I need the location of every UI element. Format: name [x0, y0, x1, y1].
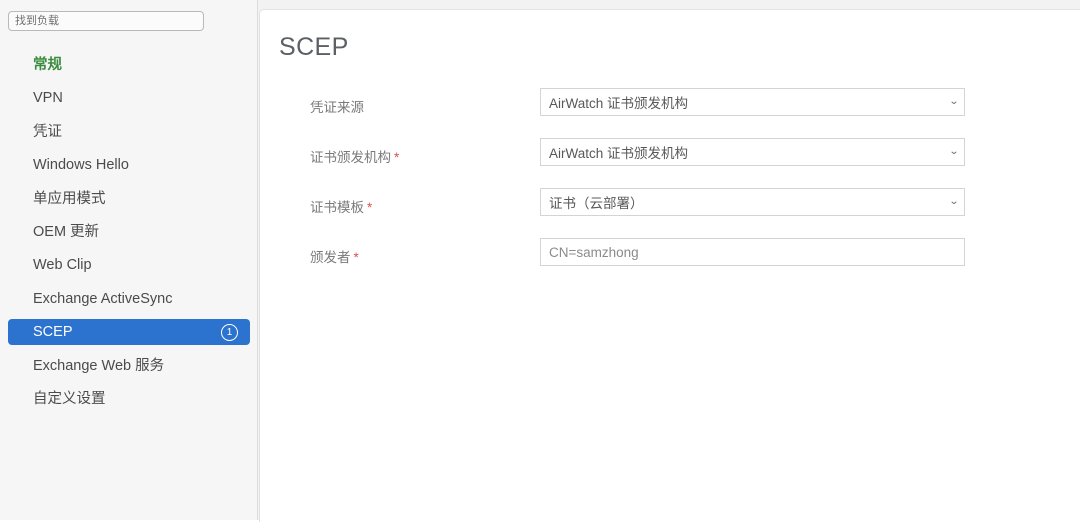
sidebar-item-1[interactable]: VPN [8, 85, 250, 111]
scep-form: 凭证来源 AirWatch 证书颁发机构 ⌄ 证书颁发机构 * AirWatch 证书颁发… [260, 88, 1080, 288]
form-row-credential-source: 凭证来源 AirWatch 证书颁发机构 ⌄ [260, 88, 1080, 138]
required-asterisk-icon: * [394, 150, 400, 165]
sidebar-item-label: 单应用模式 [33, 190, 106, 207]
field-label-credential-source: 凭证来源 [310, 96, 364, 116]
search-input[interactable] [8, 11, 204, 31]
sidebar-item-7[interactable]: Exchange ActiveSync [8, 286, 250, 312]
field-value-certificate-authority: AirWatch 证书颁发机构 [549, 146, 689, 161]
sidebar-item-5[interactable]: OEM 更新 [8, 219, 250, 245]
field-value-issuer: CN=samzhong [549, 244, 639, 260]
status-badge: 1 [221, 323, 238, 341]
field-value-credential-source: AirWatch 证书颁发机构 [549, 96, 689, 111]
scep-panel: SCEP 凭证来源 AirWatch 证书颁发机构 ⌄ 证书颁发机构 * AirWatch… [259, 9, 1080, 522]
dropdown-credential-source[interactable]: AirWatch 证书颁发机构 ⌄ [540, 88, 965, 116]
dropdown-certificate-template[interactable]: 证书（云部署） ⌄ [540, 188, 965, 216]
sidebar-item-label: SCEP [33, 324, 73, 341]
chevron-down-icon[interactable]: ⌄ [942, 197, 967, 207]
sidebar-item-2[interactable]: 凭证 [8, 119, 250, 145]
chevron-down-icon[interactable]: ⌄ [942, 97, 967, 107]
sidebar-item-6[interactable]: Web Clip [8, 252, 250, 278]
sidebar-item-label: 自定义设置 [33, 390, 106, 407]
content-area: SCEP 凭证来源 AirWatch 证书颁发机构 ⌄ 证书颁发机构 * AirWatch… [258, 0, 1080, 522]
sidebar-item-label: Windows Hello [33, 157, 129, 174]
payload-nav-list: 常规 VPN 凭证 Windows Hello 单应用模式 OEM 更新 Web Clip E… [0, 52, 258, 419]
sidebar-item-label: VPN [33, 90, 63, 107]
field-label-text: 颁发者 [310, 250, 351, 265]
required-asterisk-icon: * [353, 250, 359, 265]
payload-sidebar: 常规 VPN 凭证 Windows Hello 单应用模式 OEM 更新 Web Clip E… [0, 0, 258, 520]
field-label-text: 证书模板 [310, 200, 364, 215]
text-input-issuer[interactable]: CN=samzhong [540, 238, 965, 266]
page-title: SCEP [279, 33, 349, 61]
sidebar-item-label: Exchange Web 服务 [33, 357, 165, 374]
dropdown-certificate-authority[interactable]: AirWatch 证书颁发机构 ⌄ [540, 138, 965, 166]
field-label-text: 凭证来源 [310, 100, 364, 115]
sidebar-item-9[interactable]: Exchange Web 服务 [8, 353, 250, 379]
sidebar-item-label: 凭证 [33, 123, 62, 140]
field-label-issuer: 颁发者 * [310, 246, 359, 266]
payload-search [8, 11, 204, 31]
field-label-certificate-template: 证书模板 * [310, 196, 372, 216]
field-label-certificate-authority: 证书颁发机构 * [310, 146, 399, 166]
sidebar-item-4[interactable]: 单应用模式 [8, 186, 250, 212]
form-row-certificate-authority: 证书颁发机构 * AirWatch 证书颁发机构 ⌄ [260, 138, 1080, 188]
sidebar-item-8[interactable]: SCEP 1 [8, 319, 250, 346]
settings-window: 常规 VPN 凭证 Windows Hello 单应用模式 OEM 更新 Web Clip E… [0, 0, 1080, 522]
sidebar-item-10[interactable]: 自定义设置 [8, 386, 250, 412]
sidebar-item-label: Exchange ActiveSync [33, 290, 173, 307]
form-row-issuer: 颁发者 * CN=samzhong [260, 238, 1080, 288]
chevron-down-icon[interactable]: ⌄ [942, 147, 967, 157]
sidebar-item-label: Web Clip [33, 257, 92, 274]
sidebar-item-3[interactable]: Windows Hello [8, 152, 250, 178]
field-label-text: 证书颁发机构 [310, 150, 391, 165]
sidebar-item-label: OEM 更新 [33, 223, 100, 240]
required-asterisk-icon: * [367, 200, 373, 215]
field-value-certificate-template: 证书（云部署） [549, 196, 644, 211]
form-row-certificate-template: 证书模板 * 证书（云部署） ⌄ [260, 188, 1080, 238]
sidebar-item-label: 常规 [33, 57, 62, 73]
sidebar-item-0[interactable]: 常规 [8, 52, 250, 78]
